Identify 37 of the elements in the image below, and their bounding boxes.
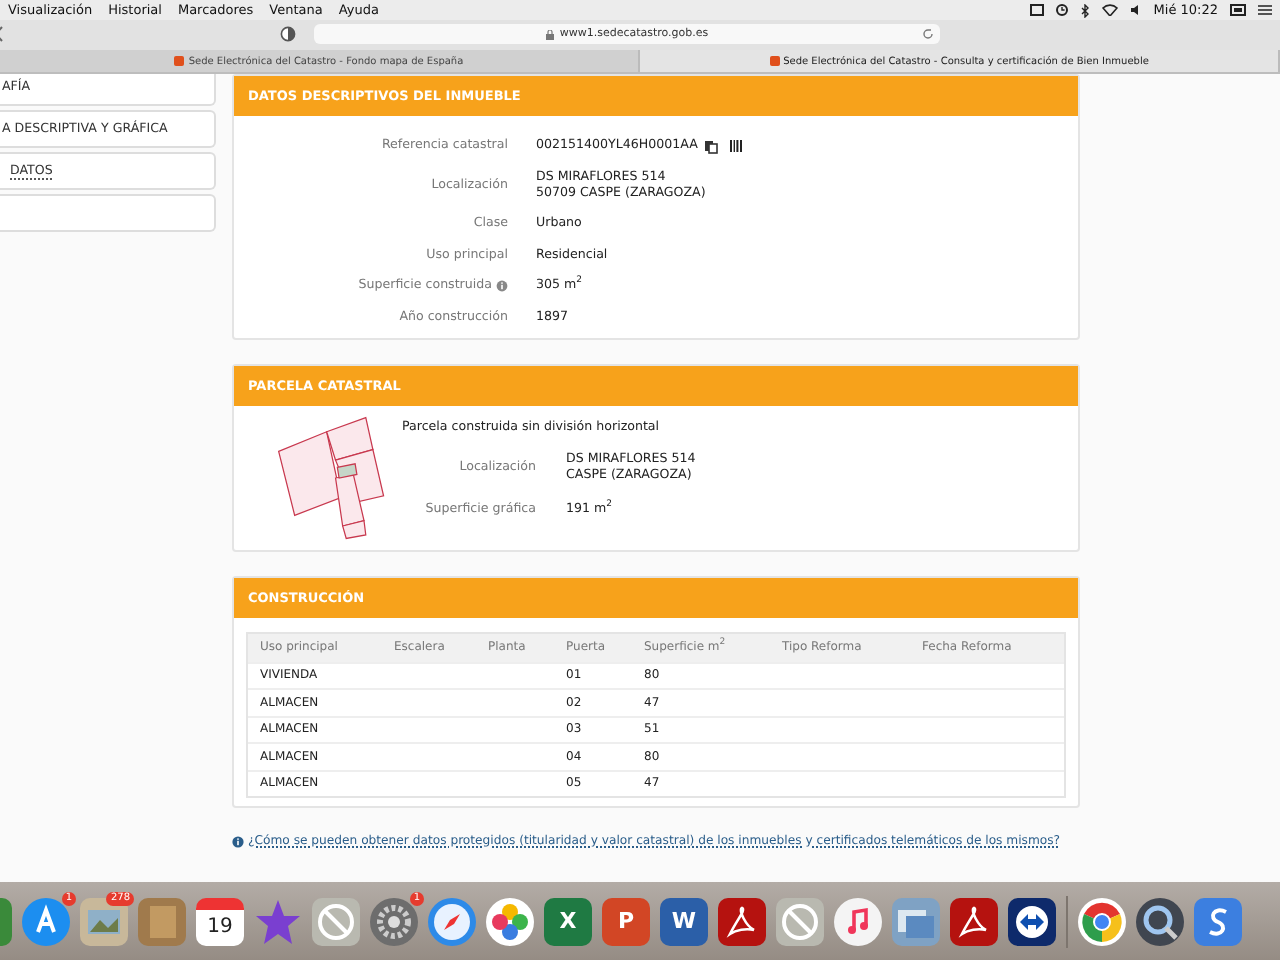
pdf-icon[interactable] bbox=[950, 897, 998, 945]
presentation-icon[interactable]: P bbox=[602, 897, 650, 945]
pdf-icon[interactable] bbox=[718, 897, 766, 945]
screen-icon[interactable] bbox=[1029, 4, 1044, 16]
spreadsheet-icon[interactable]: X bbox=[544, 897, 592, 945]
bluetooth-icon[interactable] bbox=[1079, 3, 1090, 17]
photos-icon[interactable] bbox=[892, 897, 940, 945]
prohibited-icon[interactable] bbox=[312, 897, 360, 945]
barcode-icon[interactable] bbox=[729, 140, 742, 152]
favicon-icon bbox=[769, 56, 780, 66]
magnifier-icon[interactable] bbox=[1136, 897, 1184, 945]
speaker-icon[interactable] bbox=[1129, 4, 1142, 16]
prohibited-icon[interactable] bbox=[776, 897, 824, 945]
parcel-drawing bbox=[274, 413, 390, 541]
arrows-icon[interactable] bbox=[1008, 897, 1056, 945]
music-note-icon[interactable] bbox=[834, 897, 882, 945]
help-icon bbox=[232, 835, 244, 847]
clock-icon[interactable] bbox=[1055, 4, 1068, 16]
compass-icon[interactable] bbox=[428, 897, 476, 945]
display-icon[interactable] bbox=[1230, 4, 1246, 16]
lock-icon bbox=[545, 29, 554, 39]
app-icon[interactable] bbox=[1194, 897, 1242, 945]
flower-icon[interactable] bbox=[486, 897, 534, 945]
store-icon[interactable] bbox=[22, 897, 70, 945]
document-icon[interactable]: W bbox=[660, 897, 708, 945]
photo-frame-icon[interactable] bbox=[80, 897, 128, 945]
reload-icon[interactable] bbox=[922, 28, 934, 40]
gear-icon[interactable] bbox=[370, 897, 418, 945]
list-icon[interactable] bbox=[1258, 4, 1272, 16]
favicon-icon bbox=[174, 56, 185, 66]
wifi-icon[interactable] bbox=[1101, 4, 1118, 16]
calendar-icon[interactable]: 19 bbox=[196, 897, 244, 945]
copy-icon[interactable] bbox=[703, 139, 718, 153]
half-circle-icon[interactable] bbox=[280, 26, 296, 42]
info-icon[interactable] bbox=[496, 280, 508, 292]
tricolor-circle-icon[interactable] bbox=[1078, 897, 1126, 945]
star-icon[interactable] bbox=[254, 897, 302, 945]
